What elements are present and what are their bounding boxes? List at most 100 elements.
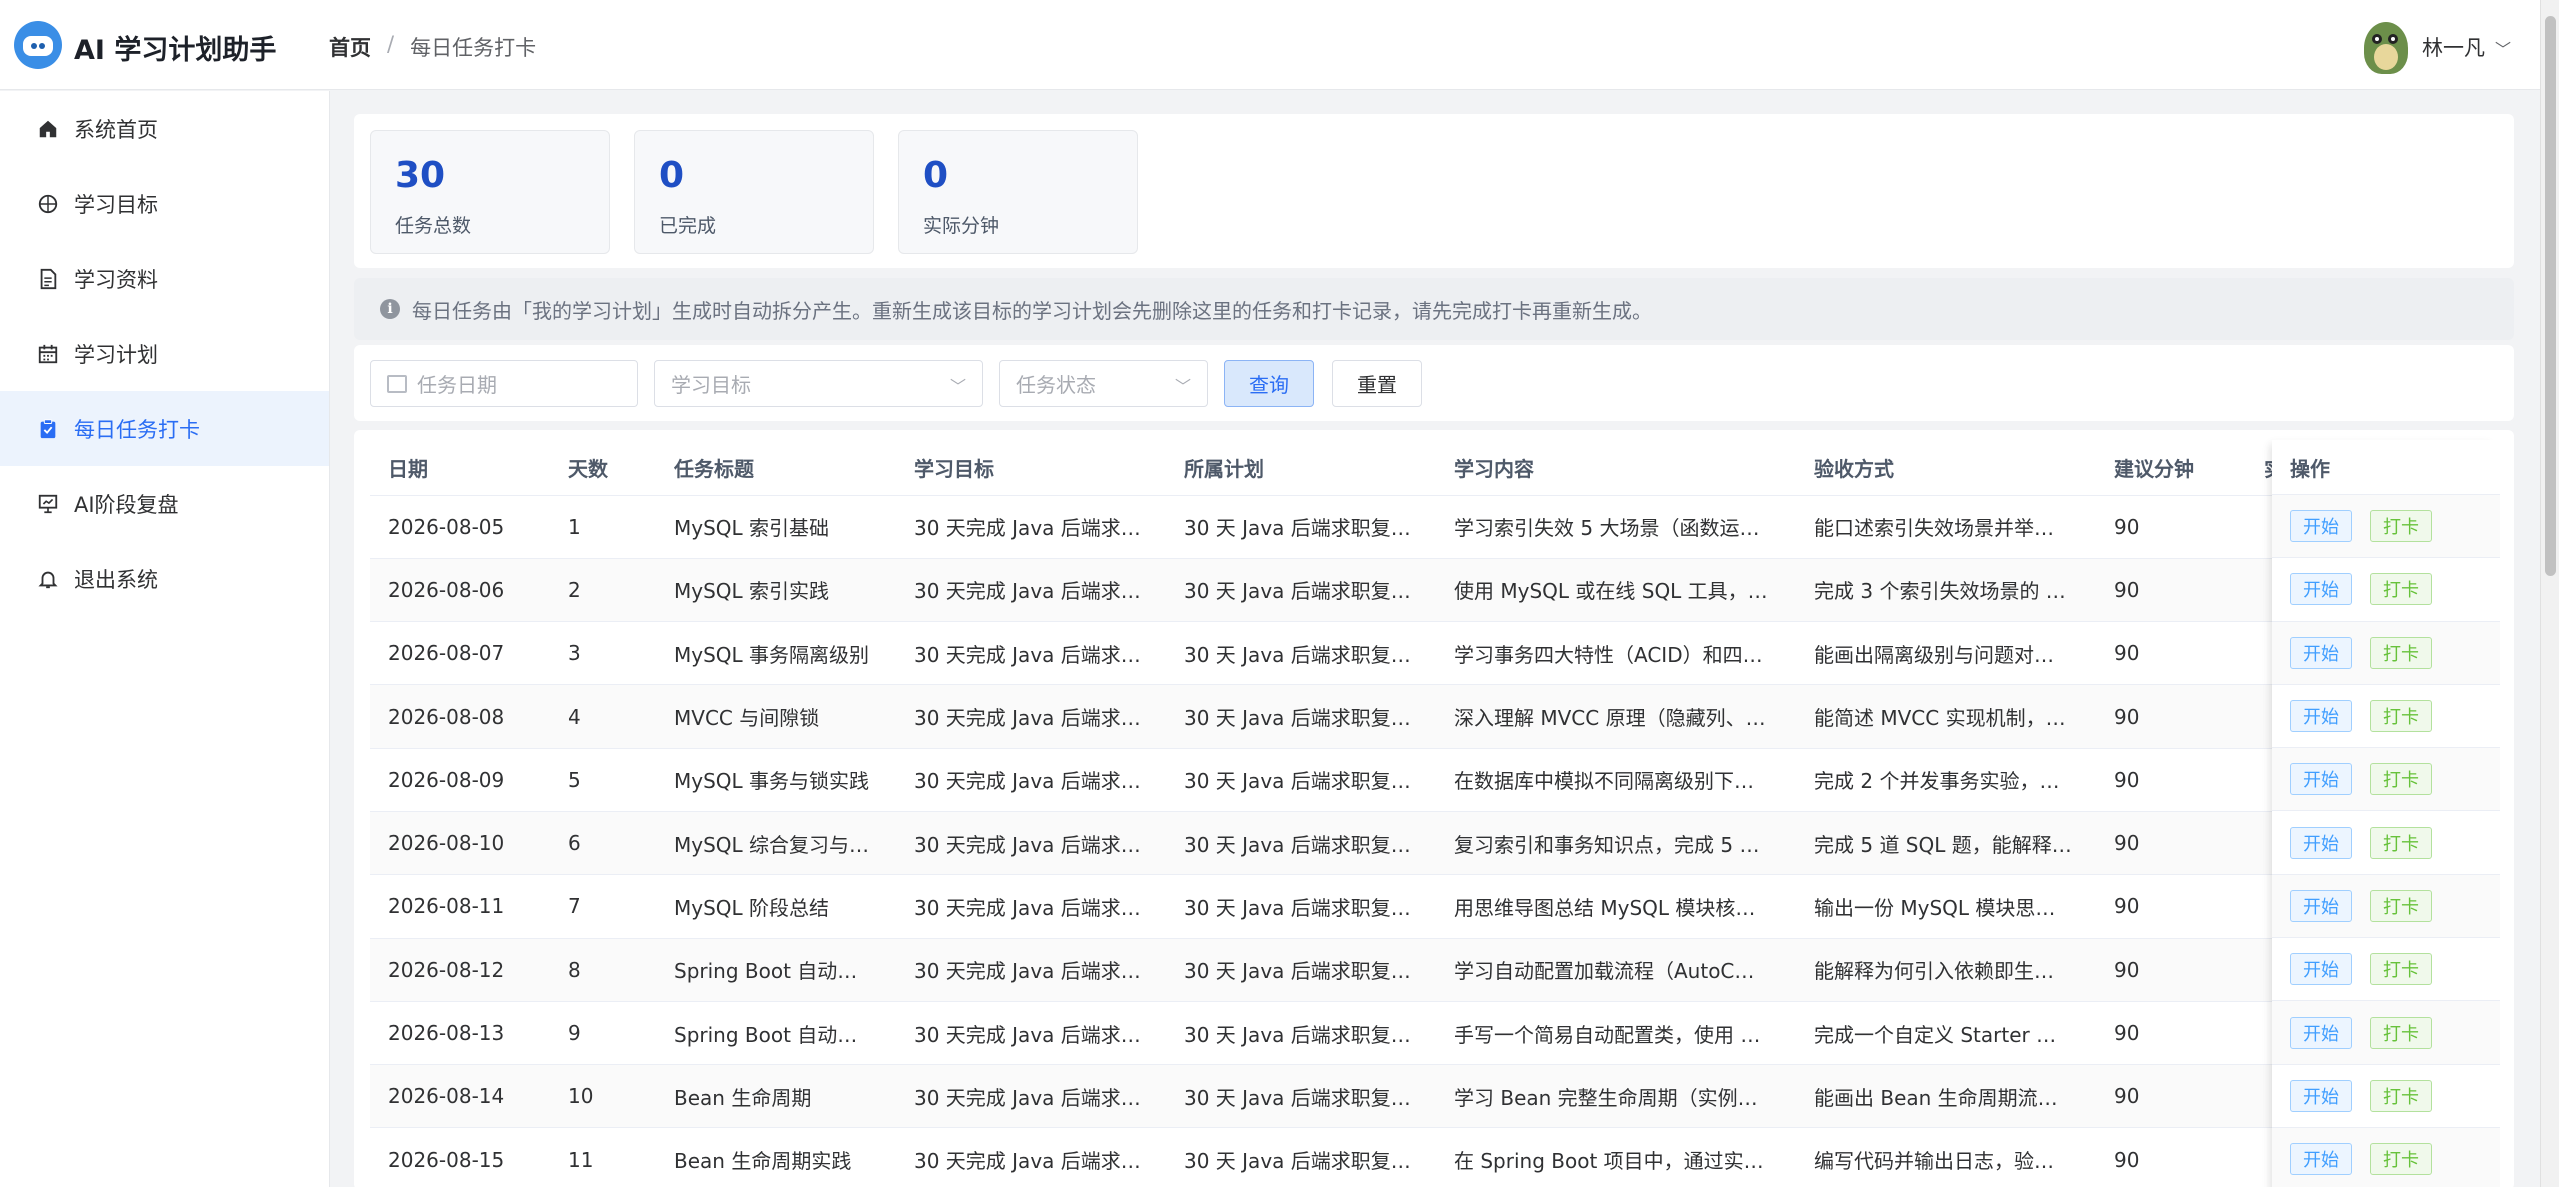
table-row[interactable]: 2026-08-09 5 MySQL 事务与锁实践 30 天完成 Java 后端求… 3…: [370, 748, 2500, 812]
table-cell: 90: [2096, 938, 2246, 1002]
app-title: AI 学习计划助手: [74, 35, 277, 66]
app-root: AI 学习计划助手 首页 / 每日任务打卡 林一凡 ﹀ 系统首页 学习目标 学习…: [0, 0, 2559, 1187]
date-placeholder: 任务日期: [417, 373, 497, 397]
checkin-button[interactable]: 打卡: [2370, 700, 2432, 733]
reset-button[interactable]: 重置: [1332, 360, 1422, 407]
operations-row: 开始 打卡: [2272, 874, 2500, 939]
table-cell: 30 天完成 Java 后端求…: [896, 1064, 1166, 1129]
start-button[interactable]: 开始: [2290, 700, 2352, 733]
table-cell: 2026-08-08: [370, 684, 550, 749]
chevron-down-icon[interactable]: ﹀: [2495, 36, 2511, 60]
table-row[interactable]: 2026-08-10 6 MySQL 综合复习与… 30 天完成 Java 后端求… 3…: [370, 811, 2500, 876]
start-button[interactable]: 开始: [2290, 953, 2352, 986]
table-cell: 2026-08-14: [370, 1064, 550, 1129]
checkin-button[interactable]: 打卡: [2370, 889, 2432, 922]
table-row[interactable]: 2026-08-14 10 Bean 生命周期 30 天完成 Java 后端求… 30 …: [370, 1064, 2500, 1129]
stat-label: 实际分钟: [923, 215, 1000, 237]
checkin-button[interactable]: 打卡: [2370, 763, 2432, 796]
table-cell: 30 天完成 Java 后端求…: [896, 621, 1166, 686]
table-cell: 30 天 Java 后端求职复…: [1166, 495, 1436, 559]
sidebar-item-logout[interactable]: 退出系统: [0, 541, 329, 616]
operations-row: 开始 打卡: [2272, 621, 2500, 685]
checkin-button[interactable]: 打卡: [2370, 1079, 2432, 1112]
checkin-button[interactable]: 打卡: [2370, 826, 2432, 859]
start-button[interactable]: 开始: [2290, 573, 2352, 606]
table-cell: MySQL 索引基础: [656, 495, 896, 559]
user-name[interactable]: 林一凡: [2422, 32, 2485, 62]
table-cell: 90: [2096, 1127, 2246, 1187]
sidebar-item-label: 学习计划: [74, 342, 158, 367]
table-row[interactable]: 2026-08-05 1 MySQL 索引基础 30 天完成 Java 后端求… 30 …: [370, 495, 2500, 559]
scrollbar-thumb[interactable]: [2545, 16, 2556, 576]
stat-completed: 0 已完成: [634, 130, 874, 254]
checkin-button[interactable]: 打卡: [2370, 510, 2432, 543]
table-cell: 90: [2096, 684, 2246, 749]
query-button[interactable]: 查询: [1224, 360, 1314, 407]
page-scrollbar[interactable]: [2540, 0, 2559, 1187]
table-cell: 30 天 Java 后端求职复…: [1166, 684, 1436, 749]
chart-board-icon: [36, 492, 60, 516]
checkin-button[interactable]: 打卡: [2370, 573, 2432, 606]
sidebar-item-daily-tasks[interactable]: 每日任务打卡: [0, 391, 329, 466]
stat-value: 0: [659, 155, 685, 196]
user-menu[interactable]: 林一凡 ﹀: [2358, 14, 2511, 76]
sidebar-item-goals[interactable]: 学习目标: [0, 166, 329, 241]
checkin-button[interactable]: 打卡: [2370, 953, 2432, 986]
table-row[interactable]: 2026-08-06 2 MySQL 索引实践 30 天完成 Java 后端求… 30 …: [370, 558, 2500, 623]
avatar[interactable]: [2358, 14, 2412, 76]
table-cell: 使用 MySQL 或在线 SQL 工具，…: [1436, 558, 1796, 623]
column-header[interactable]: 所属计划: [1166, 440, 1436, 496]
table-cell: 30 天 Java 后端求职复…: [1166, 1127, 1436, 1187]
table-row[interactable]: 2026-08-15 11 Bean 生命周期实践 30 天完成 Java 后端求… 3…: [370, 1127, 2500, 1187]
table-cell: 手写一个简易自动配置类，使用 …: [1436, 1001, 1796, 1066]
sidebar-item-ai-review[interactable]: AI阶段复盘: [0, 466, 329, 541]
table-cell: 学习 Bean 完整生命周期（实例…: [1436, 1064, 1796, 1129]
start-button[interactable]: 开始: [2290, 889, 2352, 922]
sidebar-item-plan[interactable]: 学习计划: [0, 316, 329, 391]
column-header[interactable]: 任务标题: [656, 440, 896, 496]
date-picker-input[interactable]: 任务日期: [370, 360, 638, 407]
start-button[interactable]: 开始: [2290, 510, 2352, 543]
start-button[interactable]: 开始: [2290, 1079, 2352, 1112]
table-cell: 5: [550, 748, 656, 812]
column-header[interactable]: 建议分钟: [2096, 440, 2246, 496]
checkin-button[interactable]: 打卡: [2370, 1016, 2432, 1049]
operations-row: 开始 打卡: [2272, 495, 2500, 559]
start-button[interactable]: 开始: [2290, 1143, 2352, 1176]
goal-select[interactable]: 学习目标 ﹀: [654, 360, 983, 407]
column-header[interactable]: 学习内容: [1436, 440, 1796, 496]
table-cell: 2: [550, 558, 656, 623]
start-button[interactable]: 开始: [2290, 636, 2352, 669]
column-header[interactable]: 天数: [550, 440, 656, 496]
table-row[interactable]: 2026-08-07 3 MySQL 事务隔离级别 30 天完成 Java 后端求… 3…: [370, 621, 2500, 686]
column-header[interactable]: 日期: [370, 440, 550, 496]
table-cell: MySQL 综合复习与…: [656, 811, 896, 876]
status-select[interactable]: 任务状态 ﹀: [999, 360, 1208, 407]
table-cell: 3: [550, 621, 656, 686]
checkin-button[interactable]: 打卡: [2370, 636, 2432, 669]
column-header[interactable]: 学习目标: [896, 440, 1166, 496]
table-row[interactable]: 2026-08-11 7 MySQL 阶段总结 30 天完成 Java 后端求… 30 …: [370, 874, 2500, 939]
checkin-button[interactable]: 打卡: [2370, 1143, 2432, 1176]
breadcrumb-current: 每日任务打卡: [410, 36, 537, 60]
sidebar-item-home[interactable]: 系统首页: [0, 91, 329, 166]
sidebar-item-label: 学习资料: [74, 267, 158, 292]
start-button[interactable]: 开始: [2290, 826, 2352, 859]
start-button[interactable]: 开始: [2290, 1016, 2352, 1049]
breadcrumb-home[interactable]: 首页: [329, 32, 371, 62]
table-cell: 学习事务四大特性（ACID）和四…: [1436, 621, 1796, 686]
table-cell: 4: [550, 684, 656, 749]
table-cell: 深入理解 MVCC 原理（隐藏列、…: [1436, 684, 1796, 749]
operations-column: 操作 开始 打卡 开始 打卡 开始 打卡 开始 打卡 开始 打卡 开始 打卡 开始 打卡 开始 打卡 开始 打卡开…: [2272, 440, 2500, 1187]
table-cell: 在 Spring Boot 项目中，通过实…: [1436, 1127, 1796, 1187]
table-cell: 30 天 Java 后端求职复…: [1166, 874, 1436, 939]
table-row[interactable]: 2026-08-08 4 MVCC 与间隙锁 30 天完成 Java 后端求… 30 天…: [370, 684, 2500, 749]
sidebar-item-materials[interactable]: 学习资料: [0, 241, 329, 316]
start-button[interactable]: 开始: [2290, 763, 2352, 796]
column-header[interactable]: 验收方式: [1796, 440, 2096, 496]
table-cell: MySQL 事务隔离级别: [656, 621, 896, 686]
table-row[interactable]: 2026-08-13 9 Spring Boot 自动… 30 天完成 Java 后端…: [370, 1001, 2500, 1066]
table-cell: 8: [550, 938, 656, 1002]
table-row[interactable]: 2026-08-12 8 Spring Boot 自动… 30 天完成 Java 后端…: [370, 938, 2500, 1002]
table-cell: 90: [2096, 874, 2246, 939]
